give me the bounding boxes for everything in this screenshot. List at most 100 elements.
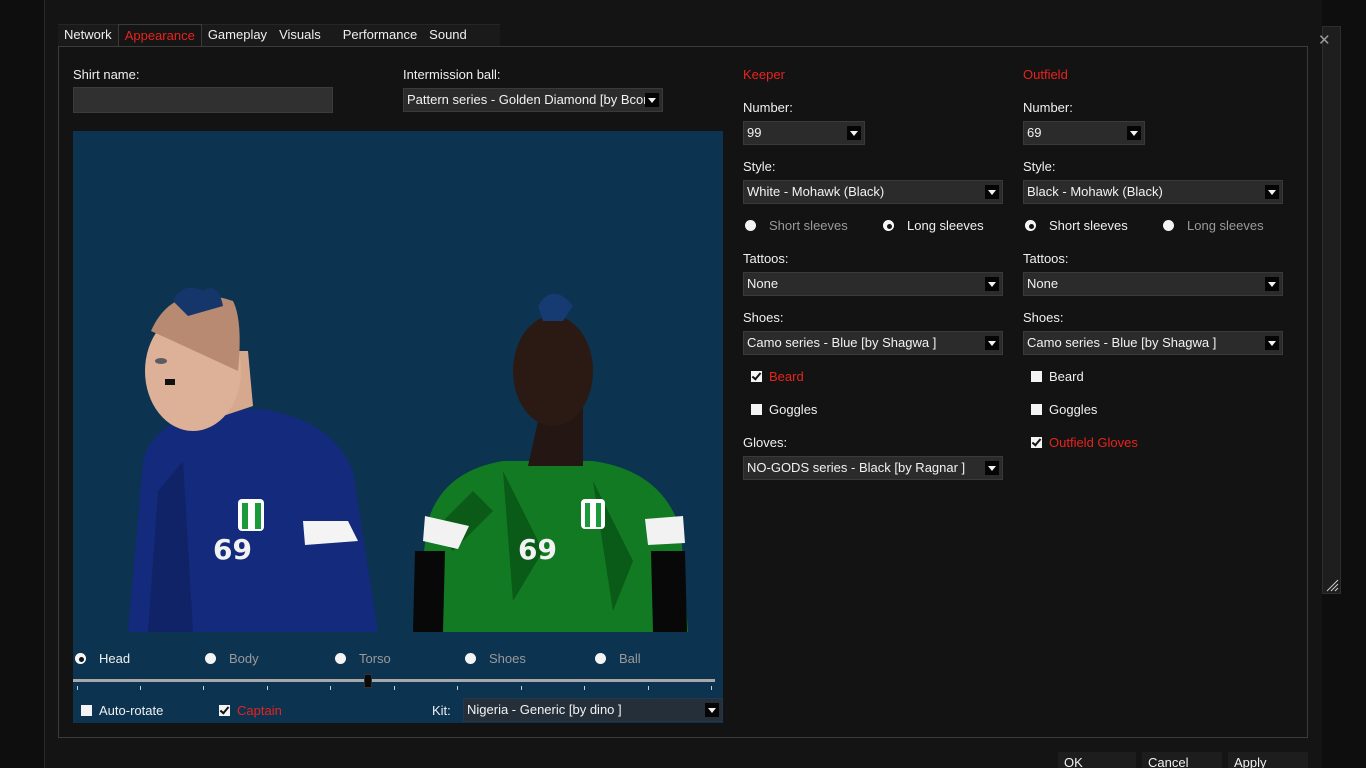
part-shoes-label: Shoes — [489, 651, 526, 666]
part-body-label: Body — [229, 651, 259, 666]
outfield-shoes-label: Shoes: — [1023, 310, 1064, 325]
outfield-short-sleeves-radio[interactable] — [1025, 220, 1036, 231]
rotation-slider[interactable] — [73, 679, 715, 682]
part-body-radio[interactable] — [205, 653, 216, 664]
chevron-down-icon[interactable] — [1265, 336, 1279, 350]
chevron-down-icon[interactable] — [985, 336, 999, 350]
keeper-gloves-value: NO-GODS series - Black [by Ragnar ] — [747, 460, 966, 475]
keeper-short-sleeves-radio[interactable] — [745, 220, 756, 231]
keeper-beard-label: Beard — [769, 369, 804, 384]
slider-tick — [521, 686, 522, 690]
keeper-long-sleeves-radio[interactable] — [883, 220, 894, 231]
auto-rotate-label: Auto-rotate — [99, 703, 164, 718]
tab-bar: Network Appearance Gameplay Visuals Perf… — [58, 24, 473, 47]
slider-tick — [711, 686, 712, 690]
captain-checkbox[interactable] — [219, 705, 230, 716]
slider-tick — [648, 686, 649, 690]
chevron-down-icon[interactable] — [1127, 126, 1141, 140]
keeper-number-dropdown[interactable]: 99 — [743, 121, 865, 145]
outfield-number-dropdown[interactable]: 69 — [1023, 121, 1145, 145]
kit-dropdown[interactable]: Nigeria - Generic [by dino ] — [463, 698, 723, 722]
chevron-down-icon[interactable] — [645, 93, 659, 107]
intermission-ball-dropdown[interactable]: Pattern series - Golden Diamond [by Bcon… — [403, 88, 663, 112]
outfield-style-dropdown[interactable]: Black - Mohawk (Black) — [1023, 180, 1283, 204]
keeper-style-dropdown[interactable]: White - Mohawk (Black) — [743, 180, 1003, 204]
keeper-number-label: Number: — [743, 100, 793, 115]
outfield-goggles-label: Goggles — [1049, 402, 1098, 417]
outfield-long-sleeves-radio[interactable] — [1163, 220, 1174, 231]
keeper-long-sleeves-label: Long sleeves — [907, 218, 984, 233]
keeper-gloves-dropdown[interactable]: NO-GODS series - Black [by Ragnar ] — [743, 456, 1003, 480]
part-ball-radio[interactable] — [595, 653, 606, 664]
right-player-number: 69 — [518, 533, 557, 566]
apply-button[interactable]: Apply — [1228, 752, 1308, 768]
keeper-style-label: Style: — [743, 159, 776, 174]
keeper-shoes-label: Shoes: — [743, 310, 784, 325]
close-icon[interactable]: ✕ — [1318, 33, 1331, 48]
outfield-tattoos-label: Tattoos: — [1023, 251, 1069, 266]
outfield-long-sleeves-label: Long sleeves — [1187, 218, 1264, 233]
outfield-shoes-dropdown[interactable]: Camo series - Blue [by Shagwa ] — [1023, 331, 1283, 355]
outfield-style-value: Black - Mohawk (Black) — [1027, 184, 1163, 199]
keeper-goggles-checkbox[interactable] — [751, 404, 762, 415]
outfield-gloves-checkbox[interactable] — [1031, 437, 1042, 448]
tab-gameplay[interactable]: Gameplay — [202, 24, 273, 47]
player-preview[interactable]: 69 69 — [73, 131, 723, 723]
shirt-name-label: Shirt name: — [73, 67, 140, 82]
slider-tick — [457, 686, 458, 690]
keeper-tattoos-value: None — [747, 276, 779, 291]
tab-performance[interactable]: Performance — [337, 24, 423, 47]
chevron-down-icon[interactable] — [985, 185, 999, 199]
outfield-beard-checkbox[interactable] — [1031, 371, 1042, 382]
slider-tick — [140, 686, 141, 690]
keeper-number-value: 99 — [747, 125, 762, 140]
keeper-style-value: White - Mohawk (Black) — [747, 184, 885, 199]
keeper-beard-checkbox[interactable] — [751, 371, 762, 382]
part-torso-radio[interactable] — [335, 653, 346, 664]
keeper-gloves-label: Gloves: — [743, 435, 788, 450]
slider-tick — [77, 686, 78, 690]
cancel-button[interactable]: Cancel — [1142, 752, 1222, 768]
ok-button[interactable]: OK — [1058, 752, 1136, 768]
keeper-tattoos-dropdown[interactable]: None — [743, 272, 1003, 296]
outfield-short-sleeves-label: Short sleeves — [1049, 218, 1128, 233]
outfield-goggles-checkbox[interactable] — [1031, 404, 1042, 415]
tab-network[interactable]: Network — [58, 24, 118, 47]
outfield-shoes-value: Camo series - Blue [by Shagwa ] — [1027, 335, 1217, 350]
part-shoes-radio[interactable] — [465, 653, 476, 664]
rotation-slider-thumb[interactable] — [364, 674, 372, 688]
auto-rotate-checkbox[interactable] — [81, 705, 92, 716]
keeper-shoes-dropdown[interactable]: Camo series - Blue [by Shagwa ] — [743, 331, 1003, 355]
tab-visuals[interactable]: Visuals — [273, 24, 327, 47]
intermission-ball-label: Intermission ball: — [403, 67, 501, 82]
left-player-number: 69 — [213, 533, 252, 566]
keeper-goggles-label: Goggles — [769, 402, 818, 417]
captain-label: Captain — [237, 703, 282, 718]
chevron-down-icon[interactable] — [705, 703, 719, 717]
part-torso-label: Torso — [359, 651, 391, 666]
outfield-beard-label: Beard — [1049, 369, 1084, 384]
resize-grip-icon[interactable] — [1325, 578, 1339, 592]
player-models-illustration: 69 69 — [128, 287, 688, 632]
kit-label: Kit: — [432, 703, 451, 718]
outfield-style-label: Style: — [1023, 159, 1056, 174]
slider-tick — [584, 686, 585, 690]
slider-tick — [394, 686, 395, 690]
outfield-tattoos-dropdown[interactable]: None — [1023, 272, 1283, 296]
chevron-down-icon[interactable] — [1265, 185, 1279, 199]
keeper-shoes-value: Camo series - Blue [by Shagwa ] — [747, 335, 937, 350]
slider-tick — [267, 686, 268, 690]
keeper-tattoos-label: Tattoos: — [743, 251, 789, 266]
chevron-down-icon[interactable] — [847, 126, 861, 140]
shirt-name-input[interactable] — [73, 87, 333, 113]
intermission-ball-value: Pattern series - Golden Diamond [by Bcon… — [407, 92, 658, 107]
outfield-tattoos-value: None — [1027, 276, 1059, 291]
chevron-down-icon[interactable] — [985, 277, 999, 291]
chevron-down-icon[interactable] — [1265, 277, 1279, 291]
slider-tick — [330, 686, 331, 690]
tab-appearance[interactable]: Appearance — [117, 24, 202, 47]
chevron-down-icon[interactable] — [985, 461, 999, 475]
part-head-radio[interactable] — [75, 653, 86, 664]
tab-sound[interactable]: Sound — [423, 24, 473, 47]
kit-value: Nigeria - Generic [by dino ] — [467, 702, 622, 717]
